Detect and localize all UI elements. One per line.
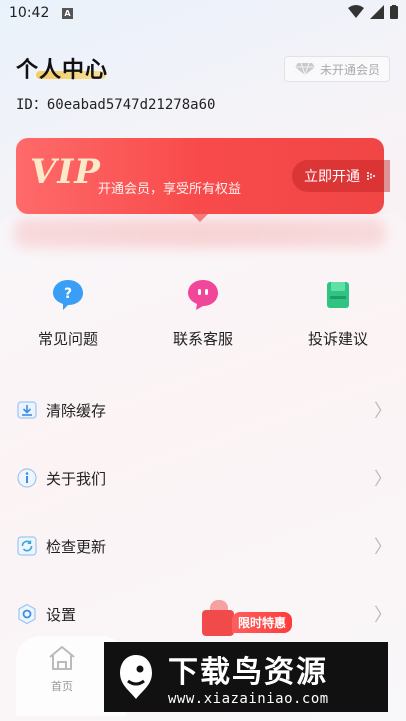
chevron-right-icon: 〉 [374,469,392,490]
dots-arrow-icon [367,172,375,180]
wifi-icon [348,5,364,18]
menu-item-label: 关于我们 [46,469,107,488]
user-id: ID：60eabad5747d21278a60 [16,97,216,113]
vip-card[interactable]: VIP 开通会员，享受所有权益 立即开通 [16,138,390,222]
menu-item-check-update[interactable]: 检查更新 〉 [16,533,392,559]
quick-action-label: 投诉建议 [307,330,368,348]
vip-logo: VIP [30,152,101,192]
signal-icon [370,5,384,19]
quick-action-label: 联系客服 [172,330,233,348]
page-title: 个人中心 [16,58,109,83]
activate-vip-label: 立即开通 [304,169,360,185]
home-icon [49,646,75,670]
chevron-right-icon: 〉 [374,537,392,558]
watermark-title: 下载鸟资源 [168,655,328,690]
svg-text:?: ? [64,286,72,302]
status-bar: 10:42 A [0,0,406,28]
help-bubble-icon: ? [53,280,83,310]
notification-a-icon: A [62,8,73,19]
chevron-right-icon: 〉 [374,401,392,422]
member-status-label: 未开通会员 [319,62,380,77]
menu-item-about[interactable]: 关于我们 〉 [16,465,392,491]
bird-logo-icon [120,655,152,699]
refresh-icon [17,536,37,556]
info-icon [17,468,37,488]
chevron-right-icon: 〉 [374,605,392,626]
activate-vip-button[interactable]: 立即开通 [292,160,390,192]
download-tray-icon [17,401,37,419]
menu-item-label: 检查更新 [46,537,107,556]
diamond-icon [294,62,315,76]
watermark-banner: 下载鸟资源 www.xiazainiao.com [104,642,388,712]
vip-tagline: 开通会员，享受所有权益 [98,182,242,197]
member-status-badge[interactable]: 未开通会员 [284,56,390,82]
tab-home-label: 首页 [51,680,73,693]
watermark-url: www.xiazainiao.com [168,691,329,707]
tab-home[interactable]: 首页 [44,644,80,694]
limited-offer-label: 限时特惠 [232,612,293,633]
menu-item-label: 清除缓存 [46,401,107,420]
quick-action-faq[interactable]: ? 常见问题 [8,278,128,349]
system-icons [348,5,398,19]
settings-icon [18,603,36,625]
battery-icon [390,5,398,19]
quick-action-feedback[interactable]: 投诉建议 [278,278,398,349]
gift-box-icon [202,610,234,636]
menu-item-clear-cache[interactable]: 清除缓存 〉 [16,397,392,423]
status-time: 10:42 [9,5,50,21]
chat-bubble-icon [188,280,218,310]
limited-offer-badge[interactable]: 限时特惠 [202,600,298,640]
quick-action-label: 常见问题 [37,330,98,348]
feedback-icon [327,282,349,308]
quick-action-support[interactable]: 联系客服 [143,278,263,349]
